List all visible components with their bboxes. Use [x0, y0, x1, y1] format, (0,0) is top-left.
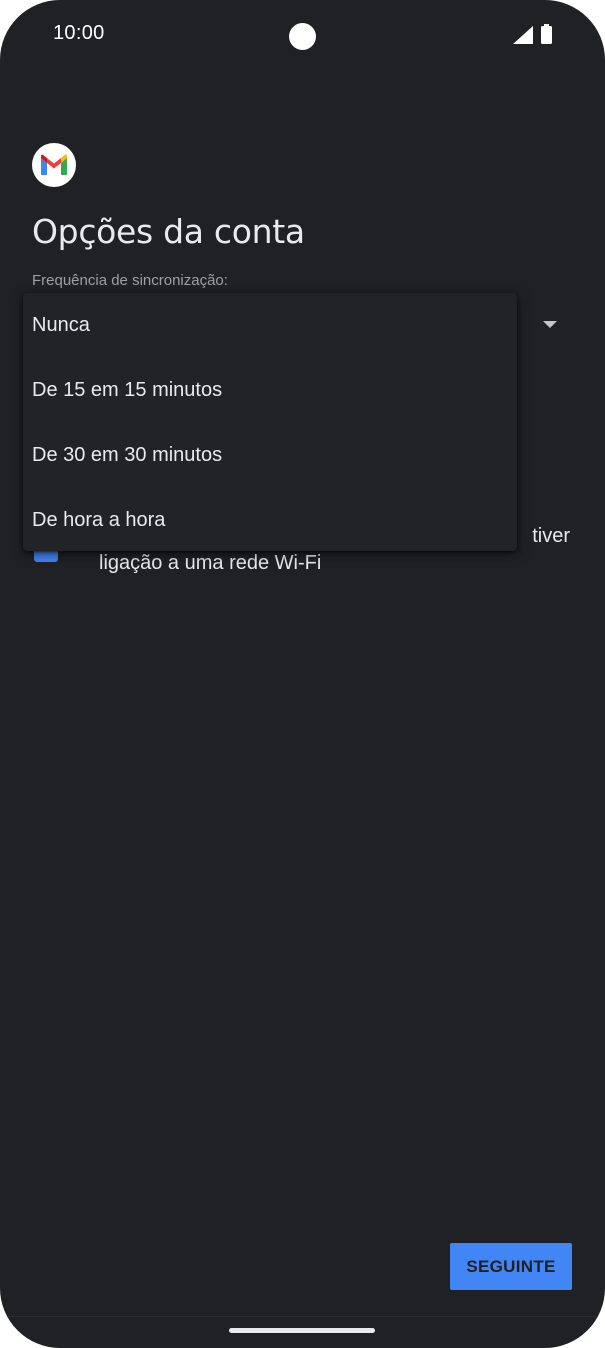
- wifi-option-text-line2: ligação a uma rede Wi-Fi: [99, 552, 322, 574]
- dropdown-arrow-icon[interactable]: [543, 321, 557, 328]
- menu-item-15-minutes[interactable]: De 15 em 15 minutos: [23, 359, 517, 423]
- menu-item-label: Nunca: [32, 314, 90, 336]
- home-gesture-bar[interactable]: [229, 1328, 375, 1333]
- menu-item-label: De 30 em 30 minutos: [32, 444, 223, 466]
- menu-item-label: De 15 em 15 minutos: [32, 379, 223, 401]
- menu-item-30-minutes[interactable]: De 30 em 30 minutos: [23, 424, 517, 488]
- menu-item-hourly[interactable]: De hora a hora: [23, 489, 517, 553]
- status-time: 10:00: [53, 22, 105, 44]
- menu-item-never[interactable]: Nunca: [23, 294, 517, 358]
- cellular-signal-icon: [513, 26, 533, 44]
- next-button[interactable]: SEGUINTE: [450, 1243, 572, 1290]
- nav-divider: [0, 1316, 605, 1317]
- sync-frequency-menu: Nunca De 15 em 15 minutos De 30 em 30 mi…: [23, 293, 517, 551]
- menu-item-label: De hora a hora: [32, 509, 166, 531]
- status-bar: 10:00: [0, 0, 605, 70]
- camera-cutout: [289, 23, 316, 50]
- sync-frequency-label: Frequência de sincronização:: [32, 272, 228, 289]
- battery-icon: [541, 24, 552, 44]
- phone-screen: 10:00 Opções da conta Frequência de sinc…: [0, 0, 605, 1348]
- page-title: Opções da conta: [32, 212, 305, 251]
- gmail-logo-icon: [32, 143, 76, 187]
